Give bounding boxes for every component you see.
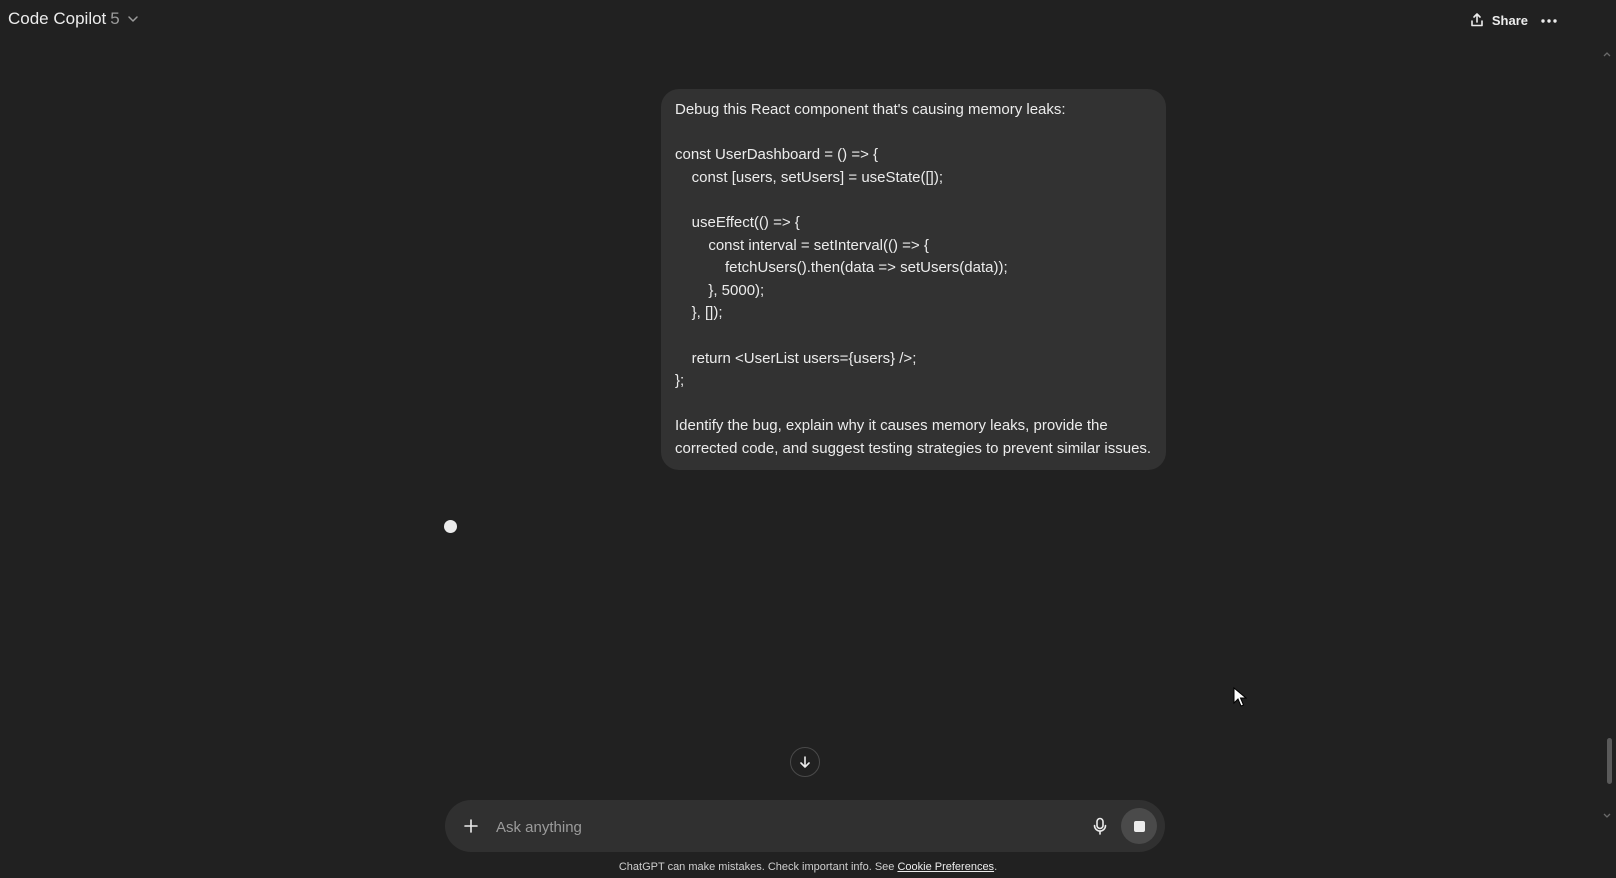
message-line: [675, 325, 1152, 348]
message-line: }, 5000);: [675, 281, 765, 299]
add-attachment-button[interactable]: [459, 814, 483, 838]
message-line: };: [675, 372, 685, 390]
disclaimer-trailing: .: [994, 861, 998, 873]
more-options-button[interactable]: [1534, 8, 1564, 34]
share-label: Share: [1491, 12, 1528, 28]
message-composer: [445, 800, 1165, 852]
message-line: Identify the bug, explain why it causes …: [675, 417, 1108, 435]
message-line: return <UserList users={users} />;: [675, 349, 917, 367]
message-line: [675, 122, 1152, 145]
share-icon: [1471, 13, 1483, 27]
cookie-preferences-link[interactable]: Cookie Preferences: [897, 861, 994, 873]
disclaimer-text: ChatGPT can make mistakes. Check importa…: [618, 861, 898, 873]
scroll-down-arrow-icon[interactable]: [1602, 811, 1612, 821]
share-button[interactable]: Share: [1469, 12, 1528, 28]
top-bar: Code Copilot 5 Share: [0, 0, 1616, 44]
chat-app: Code Copilot 5 Share Debug this React co…: [0, 0, 1616, 878]
message-line: }, []);: [675, 304, 723, 322]
stop-icon: [1133, 820, 1145, 832]
stop-generating-button[interactable]: [1121, 808, 1157, 844]
message-line: [675, 189, 1152, 212]
scroll-to-bottom-button[interactable]: [790, 747, 820, 777]
dictate-button[interactable]: [1088, 814, 1112, 838]
message-line: fetchUsers().then(data => setUsers(data)…: [675, 259, 1008, 277]
more-icon: [1541, 19, 1557, 23]
message-line: [675, 393, 1152, 416]
message-line: const UserDashboard = () => {: [675, 146, 879, 164]
user-message-bubble: Debug this React component that's causin…: [661, 89, 1166, 470]
thinking-indicator: [444, 520, 457, 533]
microphone-icon: [1093, 817, 1107, 835]
chevron-down-icon: [128, 16, 138, 22]
model-name: Code Copilot: [8, 9, 107, 28]
message-line: Debug this React component that's causin…: [675, 101, 1066, 118]
message-line: const [users, setUsers] = useState([]);: [675, 168, 944, 186]
model-version: 5: [110, 9, 120, 28]
message-line: const interval = setInterval(() => {: [675, 236, 929, 254]
disclaimer: ChatGPT can make mistakes. Check importa…: [0, 861, 1616, 873]
scroll-up-arrow-icon[interactable]: [1602, 49, 1612, 59]
mouse-cursor-icon: [1233, 687, 1247, 707]
prompt-input[interactable]: [494, 813, 1078, 841]
message-line: useEffect(() => {: [675, 213, 800, 231]
message-line: corrected code, and suggest testing stra…: [675, 439, 1152, 457]
plus-icon: [464, 819, 478, 833]
arrow-down-icon: [800, 756, 810, 768]
scrollbar-thumb[interactable]: [1607, 738, 1612, 784]
model-selector[interactable]: Code Copilot 5: [8, 9, 140, 29]
